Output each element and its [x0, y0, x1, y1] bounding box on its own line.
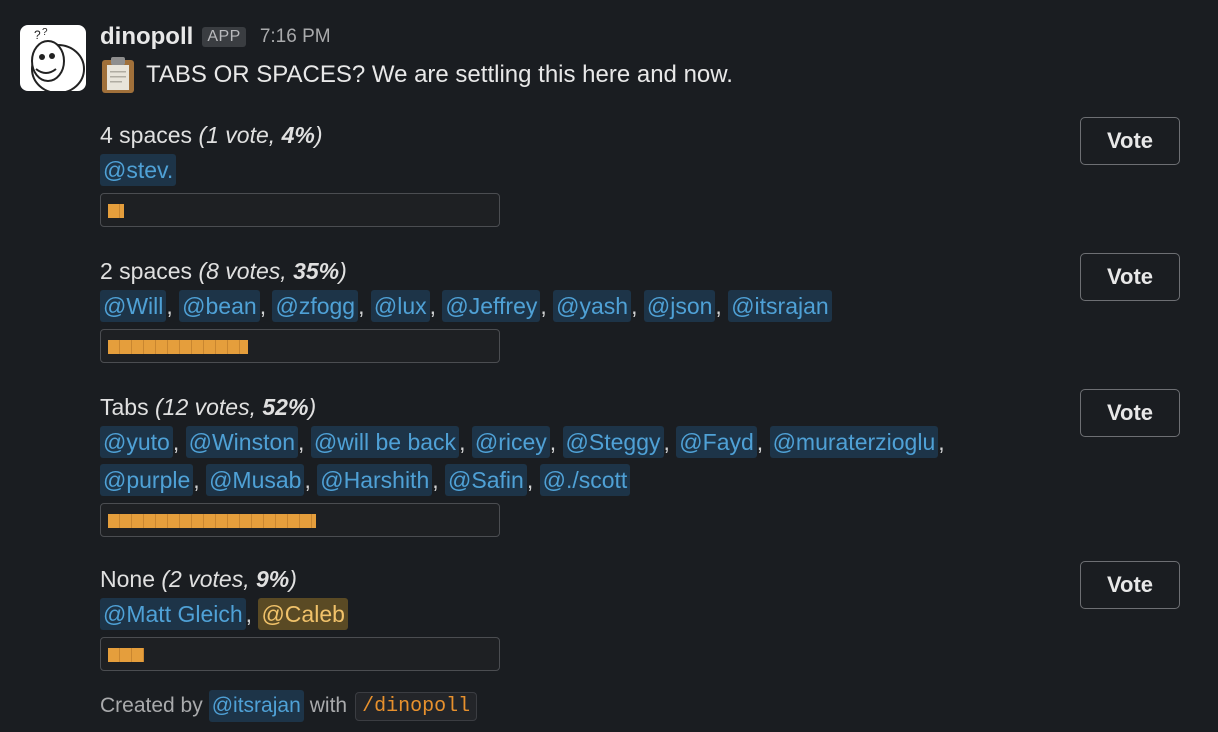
option-label: 2 spaces [100, 258, 193, 284]
vote-bar-fill [108, 204, 124, 218]
option-percent: 9% [255, 566, 290, 592]
poll-title-text: TABS OR SPACES? We are settling this her… [146, 61, 733, 88]
option-label-line: Tabs (12 votes, 52%) [100, 394, 317, 420]
voter-mention[interactable]: @yuto [100, 426, 173, 458]
voter-mention[interactable]: @will be back [310, 426, 460, 458]
voter-mention[interactable]: @lux [370, 290, 430, 322]
option-votes: 8 votes [206, 258, 281, 284]
vote-bar [100, 193, 500, 227]
option-label-line: None (2 votes, 9%) [100, 566, 297, 592]
poll-option-2-spaces: 2 spaces (8 votes, 35%) @Will, @bean, @z… [100, 253, 1180, 363]
vote-bar-fill [108, 340, 248, 354]
footer-prefix: Created by [100, 694, 203, 717]
option-percent: 52% [262, 394, 309, 420]
voter-mention[interactable]: @purple [100, 464, 194, 496]
slash-command: /dinopoll [355, 691, 478, 721]
option-percent: 4% [281, 122, 315, 148]
voter-mention[interactable]: @ricey [471, 426, 550, 458]
voter-mention[interactable]: @Matt Gleich [100, 598, 246, 630]
voter-list: @yuto, @Winston, @will be back, @ricey, … [100, 423, 1060, 499]
vote-bar [100, 503, 500, 537]
voter-mention[interactable]: @Will [100, 290, 167, 322]
voter-list: @Will, @bean, @zfogg, @lux, @Jeffrey, @y… [100, 287, 1060, 325]
vote-button[interactable]: Vote [1080, 253, 1180, 301]
voter-mention[interactable]: @Musab [206, 464, 305, 496]
poll-option-4-spaces: 4 spaces (1 vote, 4%) @stev. Vote [100, 117, 1180, 227]
option-votes: 1 vote [206, 122, 269, 148]
voter-mention[interactable]: @Harshith [317, 464, 433, 496]
voter-mention[interactable]: @./scott [539, 464, 631, 496]
option-label-line: 2 spaces (8 votes, 35%) [100, 258, 347, 284]
voter-mention[interactable]: @Winston [185, 426, 299, 458]
creator-mention[interactable]: @itsrajan [208, 690, 304, 722]
poll-option-tabs: Tabs (12 votes, 52%) @yuto, @Winston, @w… [100, 389, 1180, 537]
option-votes: 12 votes [162, 394, 250, 420]
vote-button[interactable]: Vote [1080, 389, 1180, 437]
poll-title: TABS OR SPACES? We are settling this her… [100, 56, 733, 94]
voter-list: @Matt Gleich, @Caleb [100, 595, 1060, 633]
footer-middle: with [309, 694, 348, 717]
option-label: 4 spaces [100, 122, 193, 148]
svg-text:?: ? [34, 28, 41, 42]
voter-mention[interactable]: @yash [553, 290, 632, 322]
message-header: dinopoll APP 7:16 PM [100, 22, 331, 52]
option-label: Tabs [100, 394, 149, 420]
option-label: None [100, 566, 155, 592]
voter-list: @stev. [100, 151, 1060, 189]
svg-text:?: ? [42, 27, 48, 38]
option-percent: 35% [293, 258, 340, 284]
voter-mention[interactable]: @stev. [100, 154, 177, 186]
app-badge: APP [202, 27, 246, 47]
voter-mention[interactable]: @bean [179, 290, 260, 322]
voter-mention[interactable]: @Fayd [676, 426, 757, 458]
voter-mention[interactable]: @Steggy [562, 426, 664, 458]
clipboard-icon [100, 56, 136, 94]
vote-bar-fill [108, 514, 316, 528]
voter-mention[interactable]: @json [643, 290, 716, 322]
voter-mention-self[interactable]: @Caleb [258, 598, 348, 630]
poll-option-none: None (2 votes, 9%) @Matt Gleich, @Caleb … [100, 561, 1180, 671]
sender-name[interactable]: dinopoll [100, 23, 193, 51]
vote-bar [100, 329, 500, 363]
voter-mention[interactable]: @itsrajan [728, 290, 832, 322]
voter-mention[interactable]: @Safin [445, 464, 527, 496]
voter-mention[interactable]: @zfogg [272, 290, 359, 322]
message-timestamp[interactable]: 7:16 PM [260, 26, 331, 48]
option-votes: 2 votes [169, 566, 244, 592]
dinopoll-avatar-icon[interactable]: ? ? [20, 25, 86, 91]
vote-button[interactable]: Vote [1080, 561, 1180, 609]
poll-footer: Created by @itsrajan with /dinopoll [100, 690, 478, 722]
vote-bar-fill [108, 648, 144, 662]
voter-mention[interactable]: @muraterzioglu [769, 426, 939, 458]
voter-mention[interactable]: @Jeffrey [442, 290, 541, 322]
vote-bar [100, 637, 500, 671]
vote-button[interactable]: Vote [1080, 117, 1180, 165]
option-label-line: 4 spaces (1 vote, 4%) [100, 122, 323, 148]
